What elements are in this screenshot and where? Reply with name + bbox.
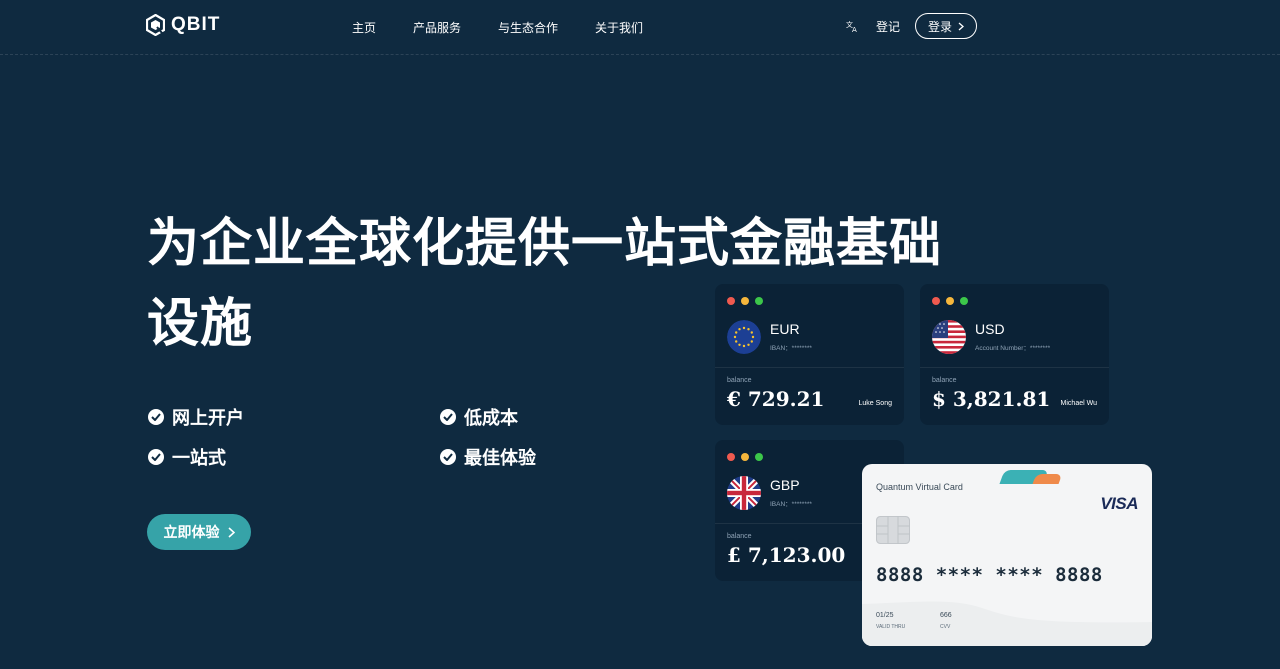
dot-red xyxy=(727,453,735,461)
feature-label: 一站式 xyxy=(172,448,226,468)
try-now-button[interactable]: 立即体验 xyxy=(147,514,251,550)
account-id: IBAN：******** xyxy=(770,345,812,352)
dot-yellow xyxy=(946,297,954,305)
try-now-label: 立即体验 xyxy=(163,524,220,540)
feature-label: 最佳体验 xyxy=(464,448,536,468)
divider xyxy=(920,367,1109,368)
chevron-right-icon xyxy=(958,22,965,30)
dot-red xyxy=(727,297,735,305)
top-nav: QBIT 主页 产品服务 与生态合作 关于我们 文 A 登记 登录 xyxy=(0,0,1280,55)
logo-text: QBIT xyxy=(171,14,221,35)
currency-code: USD xyxy=(975,321,1005,337)
us-flag-icon xyxy=(932,320,966,354)
feature-best-experience: 最佳体验 xyxy=(440,444,536,470)
dot-yellow xyxy=(741,297,749,305)
language-icon[interactable]: 文 A xyxy=(846,19,860,33)
window-dots xyxy=(727,453,763,461)
divider xyxy=(715,367,904,368)
dot-green xyxy=(755,297,763,305)
dot-yellow xyxy=(741,453,749,461)
account-owner: Michael Wu xyxy=(1060,400,1097,407)
virtual-card-face: Quantum Virtual Card VISA 8888 **** ****… xyxy=(862,464,1152,646)
balance-label: balance xyxy=(932,377,957,384)
balance-value: € 729.21 xyxy=(727,387,825,411)
account-owner: Luke Song xyxy=(858,400,892,407)
svg-text:A: A xyxy=(852,26,857,33)
window-dots xyxy=(932,297,968,305)
uk-flag-icon xyxy=(727,476,761,510)
main-menu: 主页 产品服务 与生态合作 关于我们 xyxy=(352,19,680,36)
balance-value: £ 7,123.00 xyxy=(727,543,846,567)
card-wave-decoration xyxy=(862,601,1152,646)
login-label: 登录 xyxy=(928,19,953,34)
dot-red xyxy=(932,297,940,305)
check-icon xyxy=(440,409,456,425)
feature-one-stop: 一站式 xyxy=(148,444,226,470)
hero-title-line1: 为企业全球化提供一站式金融基础 xyxy=(147,215,943,273)
feature-low-cost: 低成本 xyxy=(440,404,518,430)
currency-code: GBP xyxy=(770,477,800,493)
balance-label: balance xyxy=(727,533,752,540)
account-id: IBAN：******** xyxy=(770,501,812,508)
menu-item-products[interactable]: 产品服务 xyxy=(413,19,461,36)
menu-item-home[interactable]: 主页 xyxy=(352,19,376,36)
window-dots xyxy=(727,297,763,305)
cvv-label: CVV xyxy=(940,624,951,630)
check-icon xyxy=(148,449,164,465)
cvv-value: 666 xyxy=(940,612,952,619)
visa-logo: VISA xyxy=(1100,494,1138,513)
chip-icon xyxy=(876,516,910,544)
account-card-eur: EUR IBAN：******** balance € 729.21 Luke … xyxy=(715,284,904,425)
check-icon xyxy=(440,449,456,465)
dot-green xyxy=(960,297,968,305)
menu-item-about[interactable]: 关于我们 xyxy=(595,19,643,36)
feature-online-account: 网上开户 xyxy=(148,404,244,430)
eu-flag-icon xyxy=(727,320,761,354)
card-number: 8888 **** **** 8888 xyxy=(876,564,1103,586)
logo[interactable]: QBIT xyxy=(146,14,220,36)
qbit-logo-icon xyxy=(146,14,165,36)
virtual-card: Quantum Virtual Card VISA 8888 **** ****… xyxy=(862,464,1152,646)
chevron-right-icon xyxy=(227,526,235,538)
feature-label: 网上开户 xyxy=(172,408,244,428)
balance-label: balance xyxy=(727,377,752,384)
account-id: Account Number：******** xyxy=(975,345,1051,352)
feature-label: 低成本 xyxy=(464,408,518,428)
login-button[interactable]: 登录 xyxy=(915,13,978,39)
register-link[interactable]: 登记 xyxy=(876,18,900,35)
menu-item-ecosystem[interactable]: 与生态合作 xyxy=(498,19,558,36)
nav-right: 文 A 登记 登录 xyxy=(846,13,978,39)
valid-thru-value: 01/25 xyxy=(876,612,894,619)
check-icon xyxy=(148,409,164,425)
account-card-usd: USD Account Number：******** balance $ 3,… xyxy=(920,284,1109,425)
valid-thru-label: VALID THRU xyxy=(876,624,906,630)
currency-code: EUR xyxy=(770,321,800,337)
card-name: Quantum Virtual Card xyxy=(876,482,963,492)
balance-value: $ 3,821.81 xyxy=(932,387,1051,411)
dot-green xyxy=(755,453,763,461)
